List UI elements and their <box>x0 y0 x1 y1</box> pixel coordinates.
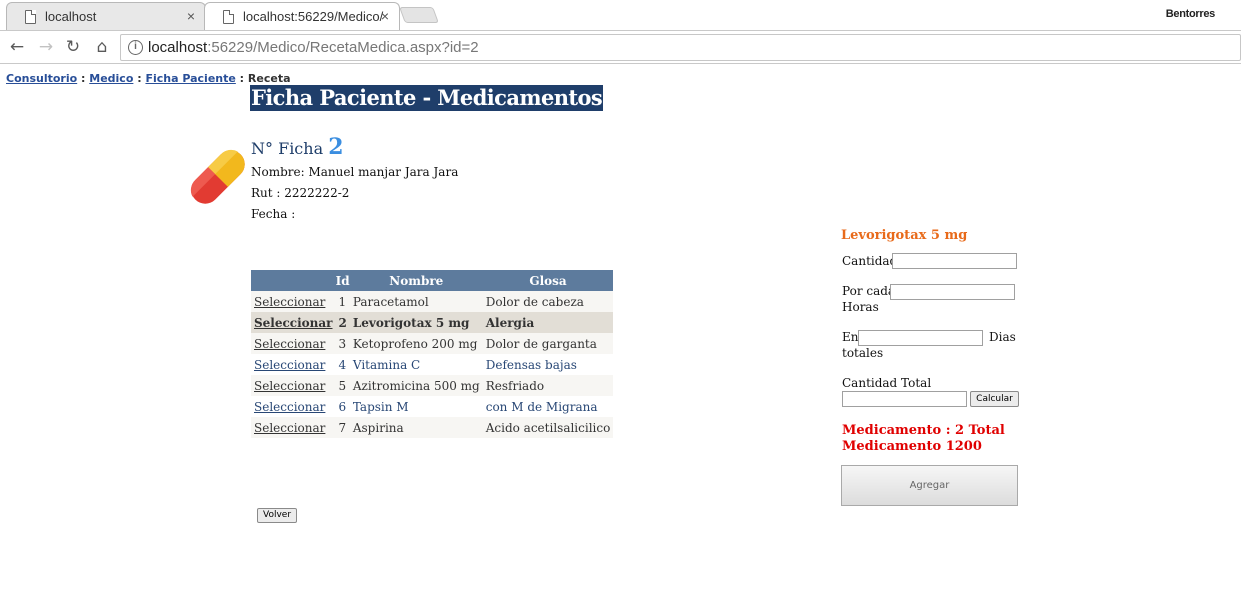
page-icon <box>223 10 234 24</box>
browser-tab-active[interactable]: localhost:56229/Medico/ × <box>204 2 400 30</box>
tab-title: localhost <box>45 9 97 24</box>
grid-header-row: Id Nombre Glosa <box>251 270 614 291</box>
patient-fecha: Fecha : <box>251 207 296 221</box>
cantidad-total-input[interactable] <box>842 391 967 407</box>
totales-label: totales <box>842 346 884 360</box>
pill-icon <box>190 149 245 204</box>
select-cell: Seleccionar <box>251 417 336 438</box>
dias-input[interactable] <box>858 330 983 346</box>
cell-id: 3 <box>335 333 350 354</box>
agregar-button[interactable]: Agregar <box>841 465 1018 506</box>
cell-id: 4 <box>335 354 350 375</box>
seleccionar-link[interactable]: Seleccionar <box>254 295 325 309</box>
selected-medication-name: Levorigotax 5 mg <box>841 228 968 243</box>
breadcrumb-medico[interactable]: Medico <box>89 72 133 85</box>
close-icon[interactable]: × <box>187 8 195 24</box>
breadcrumb-ficha-paciente[interactable]: Ficha Paciente <box>145 72 235 85</box>
select-cell: Seleccionar <box>251 291 336 312</box>
cell-nombre: Levorigotax 5 mg <box>349 312 483 333</box>
reload-icon[interactable]: ↻ <box>63 37 83 57</box>
table-row: Seleccionar 7 Aspirina Acido acetilsalicili… <box>251 417 614 438</box>
breadcrumb-separator: : <box>133 72 146 85</box>
cell-glosa: Defensas bajas <box>482 354 614 375</box>
select-cell: Seleccionar <box>251 396 336 417</box>
cell-id: 5 <box>335 375 350 396</box>
resultado-text: Medicamento : 2 Total Medicamento 1200 <box>842 423 1005 454</box>
dias-label: Dias <box>989 330 1016 344</box>
cell-id: 2 <box>335 312 350 333</box>
browser-tab-bar: localhost × localhost:56229/Medico/ × Be… <box>0 0 1241 30</box>
volver-button[interactable]: Volver <box>257 508 297 523</box>
cell-nombre: Ketoprofeno 200 mg <box>349 333 483 354</box>
seleccionar-link[interactable]: Seleccionar <box>254 316 333 330</box>
horas-label: Horas <box>842 300 879 314</box>
tab-title: localhost:56229/Medico/ <box>243 9 384 24</box>
breadcrumb-current: Receta <box>247 72 291 85</box>
seleccionar-link[interactable]: Seleccionar <box>254 421 325 435</box>
cantidad-total-label: Cantidad Total <box>842 376 932 390</box>
column-header-select <box>251 270 336 291</box>
cell-glosa: Alergia <box>482 312 614 333</box>
table-row: Seleccionar 3 Ketoprofeno 200 mg Dolor de g… <box>251 333 614 354</box>
column-header-glosa: Glosa <box>482 270 614 291</box>
column-header-id: Id <box>335 270 350 291</box>
cell-nombre: Vitamina C <box>349 354 483 375</box>
select-cell: Seleccionar <box>251 312 336 333</box>
info-icon[interactable]: i <box>128 40 143 55</box>
url-text[interactable]: localhost:56229/Medico/RecetaMedica.aspx… <box>148 39 479 56</box>
breadcrumb-separator: : <box>235 72 248 85</box>
profile-name[interactable]: Bentorres <box>1166 8 1216 20</box>
page-title: Ficha Paciente - Medicamentos <box>250 85 604 111</box>
cell-nombre: Azitromicina 500 mg <box>349 375 483 396</box>
cell-nombre: Paracetamol <box>349 291 483 312</box>
table-row: Seleccionar 6 Tapsin Mcon M de Migrana <box>251 396 614 417</box>
cell-glosa: con M de Migrana <box>482 396 614 417</box>
patient-name: Nombre: Manuel manjar Jara Jara <box>251 165 459 179</box>
breadcrumb-separator: : <box>77 72 90 85</box>
page-icon <box>25 10 36 24</box>
select-cell: Seleccionar <box>251 375 336 396</box>
select-cell: Seleccionar <box>251 354 336 375</box>
close-icon[interactable]: × <box>381 8 389 24</box>
table-row: Seleccionar 2 Levorigotax 5 mg Alergia <box>251 312 614 333</box>
cell-id: 1 <box>335 291 350 312</box>
seleccionar-link[interactable]: Seleccionar <box>254 337 325 351</box>
address-bar[interactable]: i localhost:56229/Medico/RecetaMedica.as… <box>120 34 1241 61</box>
cantidad-input[interactable] <box>892 253 1017 269</box>
en-label: En <box>842 330 859 344</box>
url-path: :56229/Medico/RecetaMedica.aspx?id=2 <box>207 39 479 56</box>
browser-tab-localhost[interactable]: localhost × <box>6 2 206 30</box>
column-header-nombre: Nombre <box>349 270 483 291</box>
forward-arrow-icon[interactable]: → <box>36 37 56 57</box>
breadcrumb-consultorio[interactable]: Consultorio <box>6 72 77 85</box>
medicamentos-grid: Id Nombre Glosa Seleccionar 1 Paracetamol D… <box>251 270 614 438</box>
table-row: Seleccionar 4 Vitamina C Defensas bajas <box>251 354 614 375</box>
seleccionar-link[interactable]: Seleccionar <box>254 400 325 414</box>
cell-glosa: Resfriado <box>482 375 614 396</box>
url-host: localhost <box>148 39 208 56</box>
cell-nombre: Tapsin M <box>349 396 483 417</box>
breadcrumb: Consultorio : Medico : Ficha Paciente : … <box>6 72 291 85</box>
back-arrow-icon[interactable]: ← <box>7 37 27 57</box>
table-row: Seleccionar 1 Paracetamol Dolor de cabeza <box>251 291 614 312</box>
seleccionar-link[interactable]: Seleccionar <box>254 358 325 372</box>
ficha-label: N° Ficha <box>251 139 329 158</box>
ficha-line: N° Ficha 2 <box>251 134 344 160</box>
cell-glosa: Acido acetilsalicilico <box>482 417 614 438</box>
table-row: Seleccionar 5 Azitromicina 500 mg Resfriado <box>251 375 614 396</box>
cell-id: 6 <box>335 396 350 417</box>
cell-glosa: Dolor de cabeza <box>482 291 614 312</box>
patient-rut: Rut : 2222222-2 <box>251 186 350 200</box>
home-icon[interactable]: ⌂ <box>92 37 112 57</box>
select-cell: Seleccionar <box>251 333 336 354</box>
cell-id: 7 <box>335 417 350 438</box>
cell-nombre: Aspirina <box>349 417 483 438</box>
seleccionar-link[interactable]: Seleccionar <box>254 379 325 393</box>
por-cada-input[interactable] <box>890 284 1015 300</box>
ficha-number: 2 <box>328 134 344 160</box>
calcular-button[interactable]: Calcular <box>970 391 1019 407</box>
cell-glosa: Dolor de garganta <box>482 333 614 354</box>
browser-toolbar: ← → ↻ ⌂ i localhost:56229/Medico/RecetaM… <box>0 30 1241 64</box>
new-tab-button[interactable] <box>399 7 439 23</box>
